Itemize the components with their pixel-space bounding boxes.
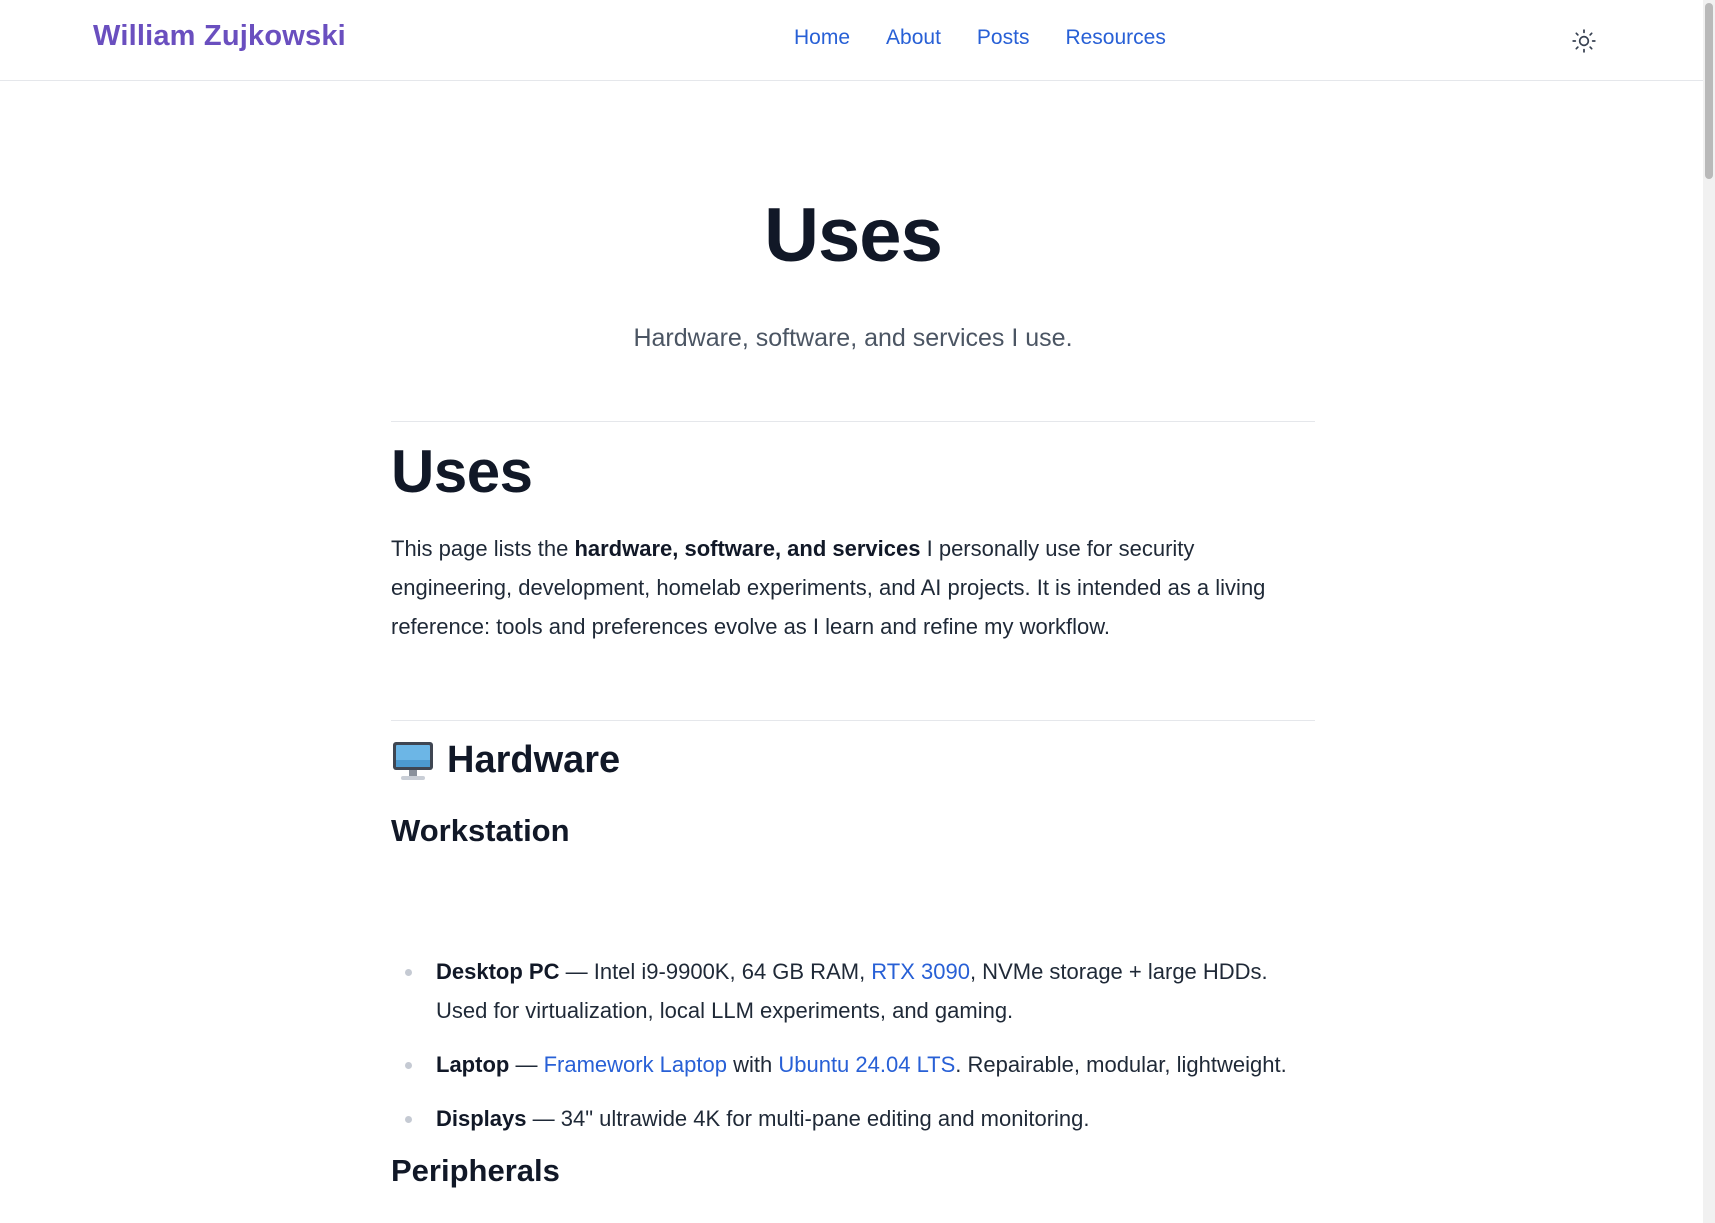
peripherals-heading: Peripherals [391, 1153, 560, 1188]
desktop-computer-icon [393, 741, 433, 780]
nav-posts-link[interactable]: Posts [977, 26, 1030, 50]
bullet-icon [405, 1062, 412, 1069]
item-text: . Repairable, modular, lightweight. [955, 1052, 1287, 1077]
item-term: Laptop [436, 1052, 510, 1077]
item-term: Desktop PC [436, 959, 560, 984]
sun-icon [1572, 29, 1596, 53]
page-scrollbar[interactable] [1703, 0, 1715, 1223]
page-subtitle: Hardware, software, and services I use. [633, 324, 1073, 352]
list-item: Desktop PC — Intel i9-9900K, 64 GB RAM, … [391, 952, 1315, 1030]
nav-about-link[interactable]: About [886, 26, 941, 50]
hardware-heading: Hardware [391, 738, 620, 784]
rtx-3090-link[interactable]: RTX 3090 [871, 959, 970, 984]
item-term: Displays [436, 1106, 527, 1131]
intro-paragraph: This page lists the hardware, software, … [391, 529, 1315, 646]
workstation-heading: Workstation [391, 813, 570, 848]
intro-bold-text: hardware, software, and services [574, 536, 921, 561]
nav-home-link[interactable]: Home [794, 26, 850, 50]
list-item: Displays — 34" ultrawide 4K for multi-pa… [391, 1099, 1315, 1138]
list-item: Laptop — Framework Laptop with Ubuntu 24… [391, 1045, 1315, 1084]
workstation-list: Desktop PC — Intel i9-9900K, 64 GB RAM, … [391, 952, 1315, 1153]
item-separator: — [526, 1106, 561, 1131]
intro-text: This page lists the [391, 536, 575, 561]
nav-resources-link[interactable]: Resources [1065, 26, 1165, 50]
page-title: Uses [764, 193, 943, 278]
theme-toggle-button[interactable] [1571, 28, 1597, 54]
scrollbar-thumb[interactable] [1705, 3, 1713, 179]
bullet-icon [405, 1116, 412, 1123]
divider [391, 720, 1315, 721]
divider [391, 421, 1315, 422]
item-text: with [726, 1052, 779, 1077]
page: William Zujkowski Home About Posts Resou… [0, 0, 1703, 1223]
site-header: William Zujkowski Home About Posts Resou… [0, 0, 1703, 81]
item-text: Intel i9-9900K, 64 GB RAM, [593, 959, 872, 984]
article-title: Uses [391, 438, 533, 505]
hardware-heading-text: Hardware [447, 739, 621, 781]
ubuntu-link[interactable]: Ubuntu 24.04 LTS [778, 1052, 955, 1077]
item-text: 34" ultrawide 4K for multi-pane editing … [560, 1106, 1090, 1131]
main-nav: Home About Posts Resources [794, 26, 1166, 50]
item-separator: — [559, 959, 594, 984]
item-separator: — [509, 1052, 544, 1077]
bullet-icon [405, 969, 412, 976]
framework-laptop-link[interactable]: Framework Laptop [544, 1052, 727, 1077]
site-brand-link[interactable]: William Zujkowski [93, 20, 346, 53]
